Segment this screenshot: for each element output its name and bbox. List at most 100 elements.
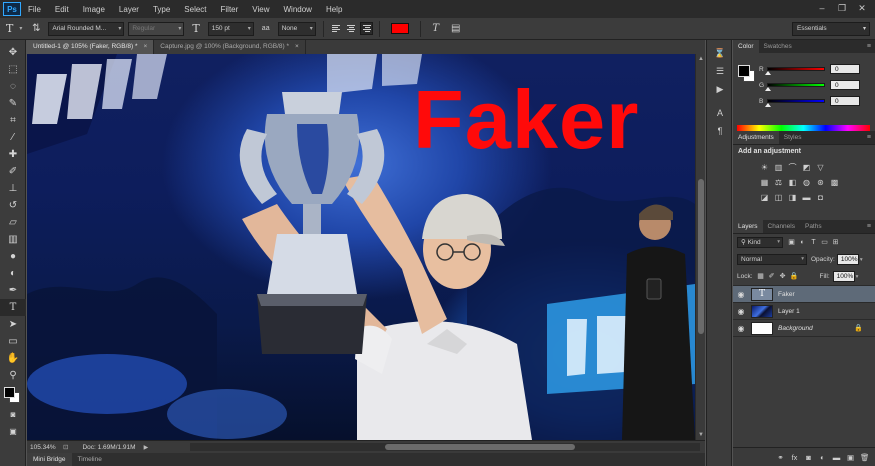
color-balance-icon[interactable]: ⚖ <box>773 177 784 188</box>
opacity-input[interactable]: 100% <box>836 254 859 265</box>
new-adjustment-icon[interactable]: ◐ <box>818 453 827 462</box>
history-panel-icon[interactable]: ⌛ <box>707 44 733 62</box>
threshold-icon[interactable]: ◨ <box>787 192 798 203</box>
brush-icon[interactable]: ✐ <box>0 163 26 180</box>
type-icon[interactable]: T <box>0 299 26 316</box>
shape-icon[interactable]: ▭ <box>0 333 26 350</box>
font-size-select[interactable]: 150 pt ▾ <box>207 21 254 36</box>
tab-mini-bridge[interactable]: Mini Bridge <box>27 453 72 466</box>
tab-channels[interactable]: Channels <box>763 220 800 233</box>
visibility-eye-icon[interactable]: ◉ <box>733 324 749 333</box>
slider-track[interactable] <box>765 83 825 91</box>
tab-swatches[interactable]: Swatches <box>759 40 797 53</box>
lock-position-icon[interactable]: ✥ <box>779 273 787 281</box>
status-menu-arrow-icon[interactable]: ▶ <box>144 444 149 451</box>
menu-help[interactable]: Help <box>319 5 349 14</box>
canvas-area[interactable]: Faker <box>27 54 695 440</box>
horizontal-scrollbar[interactable] <box>190 443 700 451</box>
lasso-icon[interactable]: ◌ <box>0 78 26 95</box>
panel-menu-icon[interactable]: ≡ <box>867 220 871 233</box>
scrollbar-thumb[interactable] <box>698 179 704 334</box>
type-filter-icon[interactable]: T <box>809 238 818 247</box>
move-icon[interactable]: ✥ <box>0 44 26 61</box>
photo-filter-icon[interactable]: ◍ <box>801 177 812 188</box>
black-white-icon[interactable]: ◧ <box>787 177 798 188</box>
crop-icon[interactable]: ⌗ <box>0 112 26 129</box>
warp-text-icon[interactable]: T <box>429 22 443 36</box>
shape-filter-icon[interactable]: ▭ <box>820 238 829 247</box>
gradient-icon[interactable]: ▥ <box>0 231 26 248</box>
adjustment-filter-icon[interactable]: ◐ <box>798 238 807 247</box>
chevron-down-icon[interactable]: ▾ <box>860 257 863 263</box>
slider-knob[interactable] <box>765 87 771 91</box>
menu-file[interactable]: File <box>21 5 48 14</box>
pixel-filter-icon[interactable]: ▣ <box>787 238 796 247</box>
close-tab-icon[interactable]: × <box>144 43 148 50</box>
workspace-select[interactable]: Essentials ▾ <box>792 22 870 36</box>
layer-mask-icon[interactable]: ◙ <box>804 453 813 462</box>
lock-all-icon[interactable]: 🔒 <box>790 273 799 281</box>
path-select-icon[interactable]: ➤ <box>0 316 26 333</box>
foreground-color-swatch[interactable] <box>4 387 15 398</box>
gradient-map-icon[interactable]: ▬ <box>801 192 812 203</box>
exposure-icon[interactable]: ◩ <box>801 162 812 173</box>
posterize-icon[interactable]: ◫ <box>773 192 784 203</box>
slider-track[interactable] <box>765 67 825 75</box>
menu-image[interactable]: Image <box>76 5 112 14</box>
quick-select-icon[interactable]: ✎ <box>0 95 26 112</box>
zoom-level[interactable]: 105.34% <box>27 444 63 451</box>
menu-type[interactable]: Type <box>146 5 177 14</box>
visibility-eye-icon[interactable]: ◉ <box>733 290 749 299</box>
dodge-icon[interactable]: ◐ <box>0 265 26 282</box>
tab-paths[interactable]: Paths <box>800 220 827 233</box>
type-tool-preset-icon[interactable]: T <box>0 22 19 35</box>
restore-button[interactable]: ❐ <box>833 2 851 15</box>
layer-row-background[interactable]: ◉ Background 🔒 <box>733 319 875 336</box>
character-panel-icon[interactable]: A <box>707 104 733 122</box>
brightness-contrast-icon[interactable]: ☀ <box>759 162 770 173</box>
slider-knob[interactable] <box>765 71 771 75</box>
delete-layer-icon[interactable]: 🗑 <box>860 453 870 462</box>
blur-icon[interactable]: ● <box>0 248 26 265</box>
screen-mode-icon[interactable]: ▣ <box>0 423 26 440</box>
close-button[interactable]: ✕ <box>853 2 871 15</box>
tab-timeline[interactable]: Timeline <box>72 453 108 466</box>
slider-knob[interactable] <box>765 103 771 107</box>
panel-menu-icon[interactable]: ≡ <box>867 131 871 144</box>
red-slider[interactable]: R 0 <box>759 63 871 75</box>
color-lookup-icon[interactable]: ▩ <box>829 177 840 188</box>
curves-icon[interactable]: ⌒ <box>787 162 798 173</box>
foreground-color-swatch[interactable] <box>738 65 750 77</box>
minimize-button[interactable]: – <box>813 2 831 15</box>
lock-transparent-icon[interactable]: ▦ <box>757 273 765 281</box>
scrollbar-thumb[interactable] <box>385 444 575 450</box>
scroll-up-icon[interactable]: ▲ <box>696 54 706 64</box>
font-family-select[interactable]: Arial Rounded M... ▾ <box>48 21 125 36</box>
healing-brush-icon[interactable]: ✚ <box>0 146 26 163</box>
export-icon[interactable]: ⊡ <box>63 443 68 451</box>
menu-window[interactable]: Window <box>277 5 319 14</box>
font-style-select[interactable]: Regular ▾ <box>128 21 185 36</box>
new-layer-icon[interactable]: ▣ <box>846 453 855 462</box>
layer-style-icon[interactable]: fx <box>790 453 799 462</box>
fill-input[interactable]: 100% <box>832 271 855 282</box>
slider-track[interactable] <box>765 99 825 107</box>
channel-mixer-icon[interactable]: ⊛ <box>815 177 826 188</box>
align-right-button[interactable] <box>359 22 373 35</box>
align-left-button[interactable] <box>330 22 343 35</box>
vibrance-icon[interactable]: ▽ <box>815 162 826 173</box>
layer-row-layer-1[interactable]: ◉ Layer 1 <box>733 302 875 319</box>
zoom-icon[interactable]: ⚲ <box>0 367 26 384</box>
lock-image-icon[interactable]: ✐ <box>768 273 776 281</box>
align-center-button[interactable] <box>345 22 358 35</box>
character-panel-icon[interactable]: ▤ <box>449 22 463 36</box>
eyedropper-icon[interactable]: ⁄ <box>0 129 26 146</box>
levels-icon[interactable]: ▥ <box>773 162 784 173</box>
new-group-icon[interactable]: ▬ <box>832 453 841 462</box>
vertical-scrollbar[interactable]: ▲ ▼ <box>695 54 705 440</box>
history-brush-icon[interactable]: ↺ <box>0 197 26 214</box>
selective-color-icon[interactable]: ◘ <box>815 192 826 203</box>
close-tab-icon[interactable]: × <box>295 43 299 50</box>
menu-edit[interactable]: Edit <box>48 5 76 14</box>
slider-value[interactable]: 0 <box>830 96 860 106</box>
